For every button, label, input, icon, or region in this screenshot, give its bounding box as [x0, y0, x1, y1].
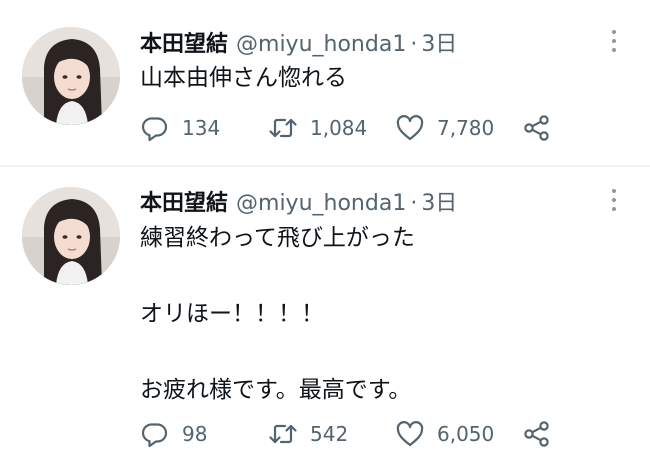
- reply-count: 134: [182, 116, 221, 140]
- user-handle[interactable]: @miyu_honda1: [236, 191, 406, 216]
- retweet-button[interactable]: 542: [268, 419, 348, 449]
- retweet-button[interactable]: 1,084: [268, 113, 367, 143]
- timestamp[interactable]: 3日: [421, 26, 457, 58]
- avatar[interactable]: [22, 187, 120, 285]
- separator-dot: ·: [410, 32, 418, 57]
- display-name[interactable]: 本田望結: [140, 185, 228, 217]
- heart-icon: [396, 115, 424, 141]
- share-button[interactable]: [522, 419, 552, 449]
- retweet-count: 1,084: [310, 116, 368, 140]
- tweet-text: 山本由伸さん惚れる: [140, 65, 347, 91]
- tweet-feed: 本田望結 @miyu_honda1 · 3日 山本由伸さん惚れる 134 1,0…: [0, 0, 650, 455]
- like-button[interactable]: 7,780: [395, 113, 494, 143]
- like-count: 6,050: [437, 422, 495, 446]
- retweet-count: 542: [310, 422, 349, 446]
- timestamp[interactable]: 3日: [421, 185, 457, 217]
- share-icon: [524, 421, 549, 447]
- display-name[interactable]: 本田望結: [140, 26, 228, 58]
- retweet-icon: [269, 118, 297, 138]
- like-button[interactable]: 6,050: [395, 419, 494, 449]
- share-icon: [524, 115, 549, 141]
- tweet-header: 本田望結 @miyu_honda1 · 3日: [140, 185, 457, 217]
- more-options-icon[interactable]: [604, 27, 624, 55]
- tweet[interactable]: 本田望結 @miyu_honda1 · 3日 練習終わって飛び上がった オリほー…: [0, 167, 650, 455]
- like-count: 7,780: [437, 116, 495, 140]
- reply-button[interactable]: 98: [140, 419, 207, 449]
- avatar-image: [22, 27, 120, 125]
- retweet-icon: [269, 424, 297, 444]
- avatar[interactable]: [22, 27, 120, 125]
- tweet[interactable]: 本田望結 @miyu_honda1 · 3日 山本由伸さん惚れる 134 1,0…: [0, 0, 650, 166]
- reply-icon: [141, 117, 168, 142]
- separator-dot: ·: [410, 191, 418, 216]
- tweet-header: 本田望結 @miyu_honda1 · 3日: [140, 26, 457, 58]
- tweet-text: 練習終わって飛び上がった オリほー！！！！ お疲れ様です。最高です。: [140, 225, 415, 403]
- heart-icon: [396, 421, 424, 447]
- more-options-icon[interactable]: [604, 186, 624, 214]
- reply-button[interactable]: 134: [140, 113, 220, 143]
- tweet-actions: 134 1,084 7,780: [140, 113, 570, 143]
- user-handle[interactable]: @miyu_honda1: [236, 32, 406, 57]
- avatar-image: [22, 187, 120, 285]
- reply-icon: [141, 423, 168, 448]
- share-button[interactable]: [522, 113, 552, 143]
- reply-count: 98: [182, 422, 208, 446]
- tweet-actions: 98 542 6,050: [140, 419, 570, 449]
